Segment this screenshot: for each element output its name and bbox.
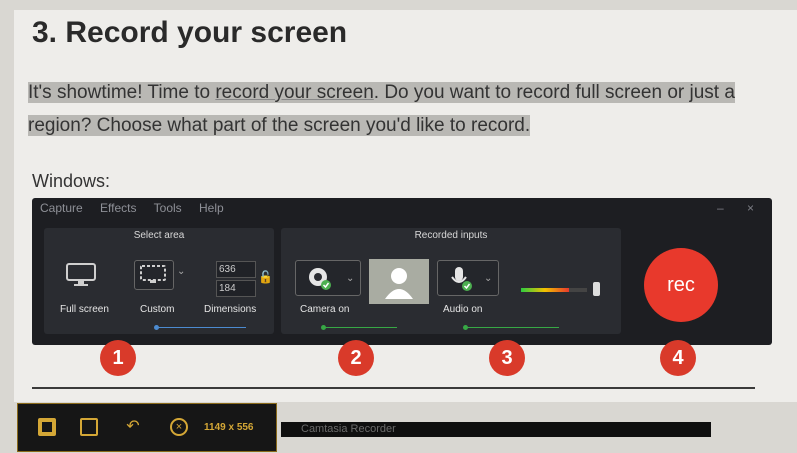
camtasia-recorder-strip: Camtasia Recorder (281, 422, 711, 437)
height-field[interactable]: 184 (216, 280, 256, 297)
badge-1: 1 (100, 340, 136, 376)
menu-bar: Capture Effects Tools Help (40, 201, 238, 215)
dimensions-label: Dimensions (204, 304, 257, 315)
page-title: 3. Record your screen (32, 16, 348, 49)
area-slider-track (156, 327, 246, 328)
custom-area-button[interactable] (134, 260, 174, 290)
menu-capture[interactable]: Capture (40, 201, 83, 215)
camera-toggle[interactable]: ⌄ (295, 260, 361, 296)
menu-effects[interactable]: Effects (100, 201, 136, 215)
window-controls[interactable]: – × (717, 201, 764, 215)
camera-preview (369, 259, 429, 304)
audio-level-meter (521, 288, 587, 292)
capture-size: 1149 x 556 (204, 422, 254, 433)
cancel-icon[interactable]: × (170, 418, 188, 436)
webcam-icon: ⌄ (309, 268, 354, 290)
audio-slider-dot[interactable] (463, 325, 468, 330)
svg-text:⌄: ⌄ (484, 273, 492, 284)
recorder-taskbar: ↶ × 1149 x 556 (17, 403, 277, 452)
intro-paragraph: It's showtime! Time to record your scree… (28, 76, 797, 142)
lock-icon[interactable]: 🔓 (258, 270, 273, 284)
windows-label: Windows: (32, 171, 111, 191)
person-icon (385, 268, 413, 299)
rec-button[interactable]: rec (644, 248, 718, 322)
camera-slider-track (323, 327, 397, 328)
full-screen-button[interactable] (64, 262, 100, 290)
recorded-inputs-panel: Recorded inputs ⌄ Camera on ⌄ Audio on (281, 228, 621, 334)
camera-slider-dot[interactable] (321, 325, 326, 330)
chevron-down-icon[interactable]: ⌄ (177, 266, 185, 277)
menu-tools[interactable]: Tools (154, 201, 182, 215)
camera-on-label: Camera on (300, 304, 350, 315)
recorder-window: Capture Effects Tools Help – × Select ar… (32, 198, 772, 345)
area-slider-dot[interactable] (154, 325, 159, 330)
audio-slider-track (465, 327, 559, 328)
undo-icon[interactable]: ↶ (124, 418, 142, 436)
microphone-icon: ⌄ (451, 267, 492, 291)
select-area-panel: Select area Full screen ⌄ Custom 636 184… (44, 228, 274, 334)
film-icon[interactable] (80, 418, 98, 436)
audio-on-label: Audio on (443, 304, 483, 315)
svg-text:⌄: ⌄ (346, 273, 354, 284)
record-screen-link[interactable]: record your screen (215, 82, 374, 103)
width-field[interactable]: 636 (216, 261, 256, 278)
badge-2: 2 (338, 340, 374, 376)
audio-level-fill (521, 288, 569, 292)
full-screen-label: Full screen (60, 304, 109, 315)
para-text-start: It's showtime! Time to (28, 82, 216, 103)
badge-4: 4 (660, 340, 696, 376)
volume-slider-handle[interactable] (593, 282, 600, 296)
custom-region-icon (140, 265, 166, 283)
monitor-icon (66, 263, 96, 286)
custom-label: Custom (140, 304, 175, 315)
menu-help[interactable]: Help (199, 201, 224, 215)
recorded-inputs-title: Recorded inputs (414, 230, 488, 241)
audio-toggle[interactable]: ⌄ (437, 260, 499, 296)
badge-3: 3 (489, 340, 525, 376)
divider (32, 387, 755, 389)
stop-icon[interactable] (38, 418, 56, 436)
select-area-title: Select area (133, 230, 185, 241)
